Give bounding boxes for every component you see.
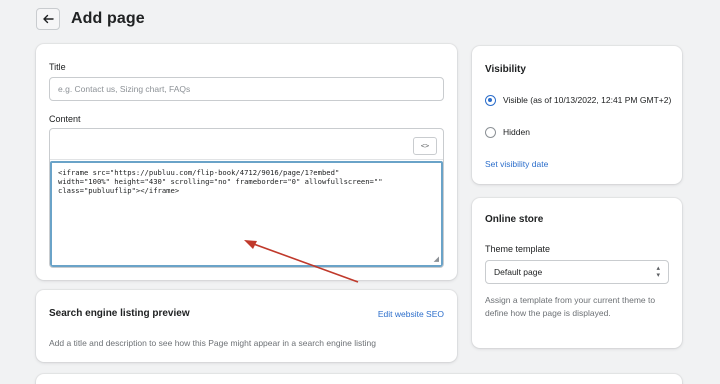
- next-card-edge: [36, 374, 682, 384]
- annotation-arrow: [244, 240, 359, 283]
- theme-template-label: Theme template: [485, 244, 551, 254]
- edit-seo-link[interactable]: Edit website SEO: [378, 309, 444, 319]
- title-label: Title: [49, 62, 66, 72]
- set-visibility-date-link[interactable]: Set visibility date: [485, 159, 548, 169]
- title-input[interactable]: [49, 77, 444, 101]
- show-html-button[interactable]: <>: [413, 137, 437, 155]
- back-button[interactable]: [36, 8, 60, 30]
- resize-handle-icon[interactable]: ◢: [434, 255, 439, 263]
- arrow-left-icon: [43, 14, 54, 24]
- hidden-radio[interactable]: [485, 127, 496, 138]
- online-store-card: Online store Theme template Default page…: [472, 198, 682, 348]
- template-help-text: Assign a template from your current them…: [485, 295, 656, 318]
- visible-label: Visible (as of 10/13/2022, 12:41 PM GMT+…: [503, 95, 672, 105]
- chevron-updown-icon: ▴ ▾: [656, 265, 660, 279]
- theme-template-select[interactable]: Default page ▴ ▾: [485, 260, 669, 284]
- code-text: <iframe src="https://publuu.com/flip-boo…: [58, 168, 383, 195]
- visible-option[interactable]: Visible (as of 10/13/2022, 12:41 PM GMT+…: [485, 94, 673, 106]
- editor-toolbar: <>: [50, 129, 443, 160]
- page-title: Add page: [71, 10, 145, 27]
- visible-radio[interactable]: [485, 95, 496, 106]
- seo-preview-card: Search engine listing preview Edit websi…: [36, 290, 457, 362]
- hidden-label: Hidden: [503, 127, 530, 137]
- seo-title: Search engine listing preview: [49, 308, 190, 319]
- online-store-title: Online store: [485, 214, 544, 225]
- theme-template-value: Default page: [494, 267, 543, 277]
- page-details-card: Title Content <> <iframe src="https://pu…: [36, 44, 457, 283]
- visibility-card: Visibility Visible (as of 10/13/2022, 12…: [472, 46, 682, 184]
- visibility-title: Visibility: [485, 64, 526, 75]
- seo-description: Add a title and description to see how t…: [49, 338, 376, 348]
- code-icon: <>: [420, 142, 430, 150]
- content-label: Content: [49, 114, 81, 124]
- hidden-option[interactable]: Hidden: [485, 126, 673, 138]
